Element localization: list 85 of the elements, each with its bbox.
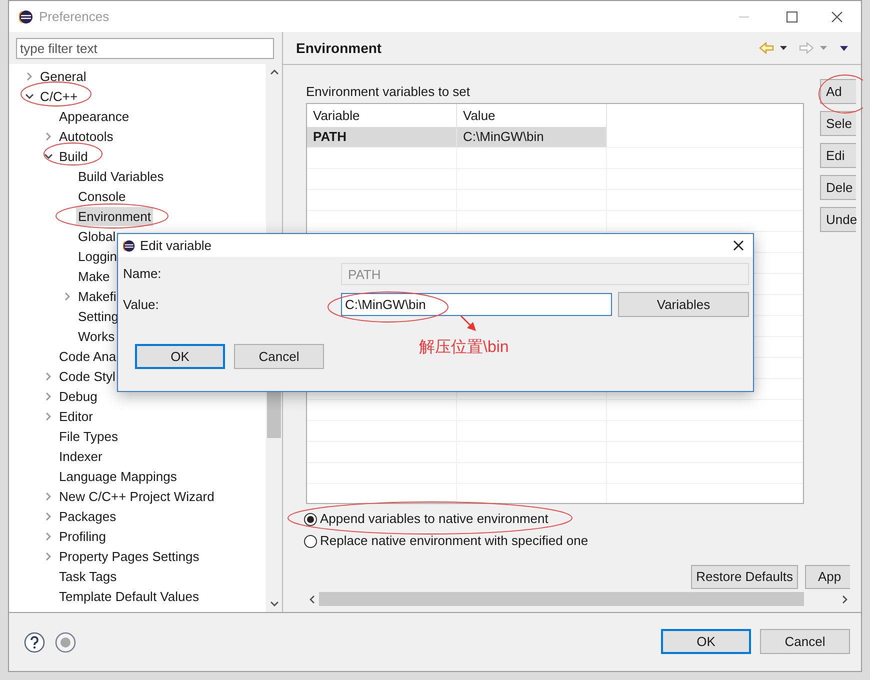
tree-item[interactable]: General [38, 66, 88, 86]
dialog-button[interactable]: Cancel [760, 629, 850, 654]
chevron-right-icon[interactable] [63, 292, 72, 300]
tree-item[interactable]: Setting [76, 306, 120, 326]
chevron-right-icon[interactable] [44, 512, 53, 520]
tree-item[interactable]: Language Mappings [57, 466, 179, 486]
table-cell[interactable]: C:\MinGW\bin [457, 127, 607, 147]
tree-item[interactable]: C/C++ [38, 86, 80, 106]
tree-item[interactable]: File Types [57, 426, 120, 446]
chevron-down-icon[interactable] [25, 92, 34, 100]
chevron-right-icon[interactable] [44, 412, 53, 420]
view-menu-icon[interactable] [840, 46, 848, 50]
dialog-button[interactable]: OK [135, 344, 225, 369]
annotation-note: 解压位置\bin [419, 338, 509, 358]
chevron-down-icon[interactable] [44, 152, 53, 160]
side-button[interactable]: Unde [820, 207, 856, 232]
tree-item[interactable]: Template Default Values [57, 586, 201, 606]
tree-item[interactable]: Build Variables [76, 166, 166, 186]
page-title: Environment [296, 38, 382, 58]
tree-item[interactable]: Editor [57, 406, 95, 426]
radio-label[interactable]: Replace native environment with specified one [320, 531, 588, 551]
apply-button[interactable]: App [805, 565, 850, 589]
table-label: Environment variables to set [306, 83, 472, 99]
side-button[interactable]: Dele [820, 175, 856, 200]
tree-item[interactable]: Property Pages Settings [57, 546, 202, 566]
dropdown-icon[interactable] [780, 46, 787, 50]
field-label: Name: [123, 265, 162, 284]
dialog-button[interactable]: Cancel [234, 344, 324, 369]
table-cell[interactable]: PATH [307, 127, 457, 147]
tree-item[interactable]: Autotools [57, 126, 116, 146]
tree-item[interactable]: Environment [76, 206, 153, 226]
tree-item[interactable]: Loggin [76, 246, 120, 266]
window-title: Preferences [39, 8, 110, 26]
help-icon[interactable] [24, 632, 45, 652]
record-icon[interactable] [55, 632, 76, 652]
tree-item[interactable]: New C/C++ Project Wizard [57, 486, 216, 506]
restore-defaults-button[interactable]: Restore Defaults [691, 565, 798, 589]
annotation-ellipse [44, 142, 102, 166]
tree-item[interactable]: Task Tags [57, 566, 119, 586]
tree-item[interactable]: Code Ana [57, 346, 118, 366]
side-button[interactable]: Edi [820, 143, 856, 168]
filter-field[interactable]: type filter text [16, 38, 274, 59]
tree-item[interactable]: Build [57, 146, 90, 166]
scroll-right-icon[interactable] [842, 594, 848, 604]
tree-item[interactable]: Debug [57, 386, 100, 406]
scroll-down-icon[interactable] [270, 601, 278, 607]
annotation-arrow [459, 314, 479, 332]
chevron-right-icon[interactable] [44, 552, 53, 560]
tree-item[interactable]: Code Styl [57, 366, 118, 386]
chevron-right-icon[interactable] [44, 492, 53, 500]
chevron-right-icon[interactable] [44, 132, 53, 140]
app-icon [123, 240, 135, 252]
back-arrow-icon[interactable] [759, 42, 774, 54]
tree-item[interactable]: Makefi [76, 286, 118, 306]
dialog-title: Edit variable [140, 236, 212, 255]
tree-item[interactable]: Indexer [57, 446, 104, 466]
tree-item[interactable]: Console [76, 186, 128, 206]
chevron-right-icon[interactable] [44, 532, 53, 540]
tree-item[interactable]: Works [76, 326, 117, 346]
close-icon[interactable] [733, 240, 744, 251]
scrollbar-thumb[interactable] [319, 592, 804, 606]
close-icon[interactable] [831, 10, 843, 22]
tree-item[interactable]: Appearance [57, 106, 132, 126]
scroll-left-icon[interactable] [309, 594, 315, 604]
chevron-right-icon[interactable] [25, 72, 34, 80]
maximize-icon[interactable] [786, 10, 798, 22]
tree-item[interactable]: Packages [57, 506, 118, 526]
forward-arrow-icon[interactable] [799, 42, 814, 54]
tree-item[interactable]: Global [76, 226, 118, 246]
tree-item[interactable]: Profiling [57, 526, 108, 546]
annotation-ellipse [20, 82, 92, 106]
radio-label[interactable]: Append variables to native environment [320, 509, 548, 529]
radio-button[interactable] [304, 534, 317, 548]
chevron-right-icon[interactable] [44, 372, 53, 380]
value-field[interactable]: C:\MinGW\bin [341, 293, 612, 316]
radio-button[interactable] [304, 512, 317, 526]
tree-item[interactable]: Make [76, 266, 112, 286]
field-label: Value: [123, 296, 160, 314]
scroll-up-icon[interactable] [270, 69, 278, 75]
app-icon [19, 10, 33, 24]
chevron-right-icon[interactable] [44, 392, 53, 400]
dialog-button[interactable]: OK [661, 629, 751, 654]
side-button[interactable]: Sele [820, 111, 856, 136]
side-button[interactable]: Ad [820, 79, 856, 104]
variables-button[interactable]: Variables [618, 292, 749, 317]
